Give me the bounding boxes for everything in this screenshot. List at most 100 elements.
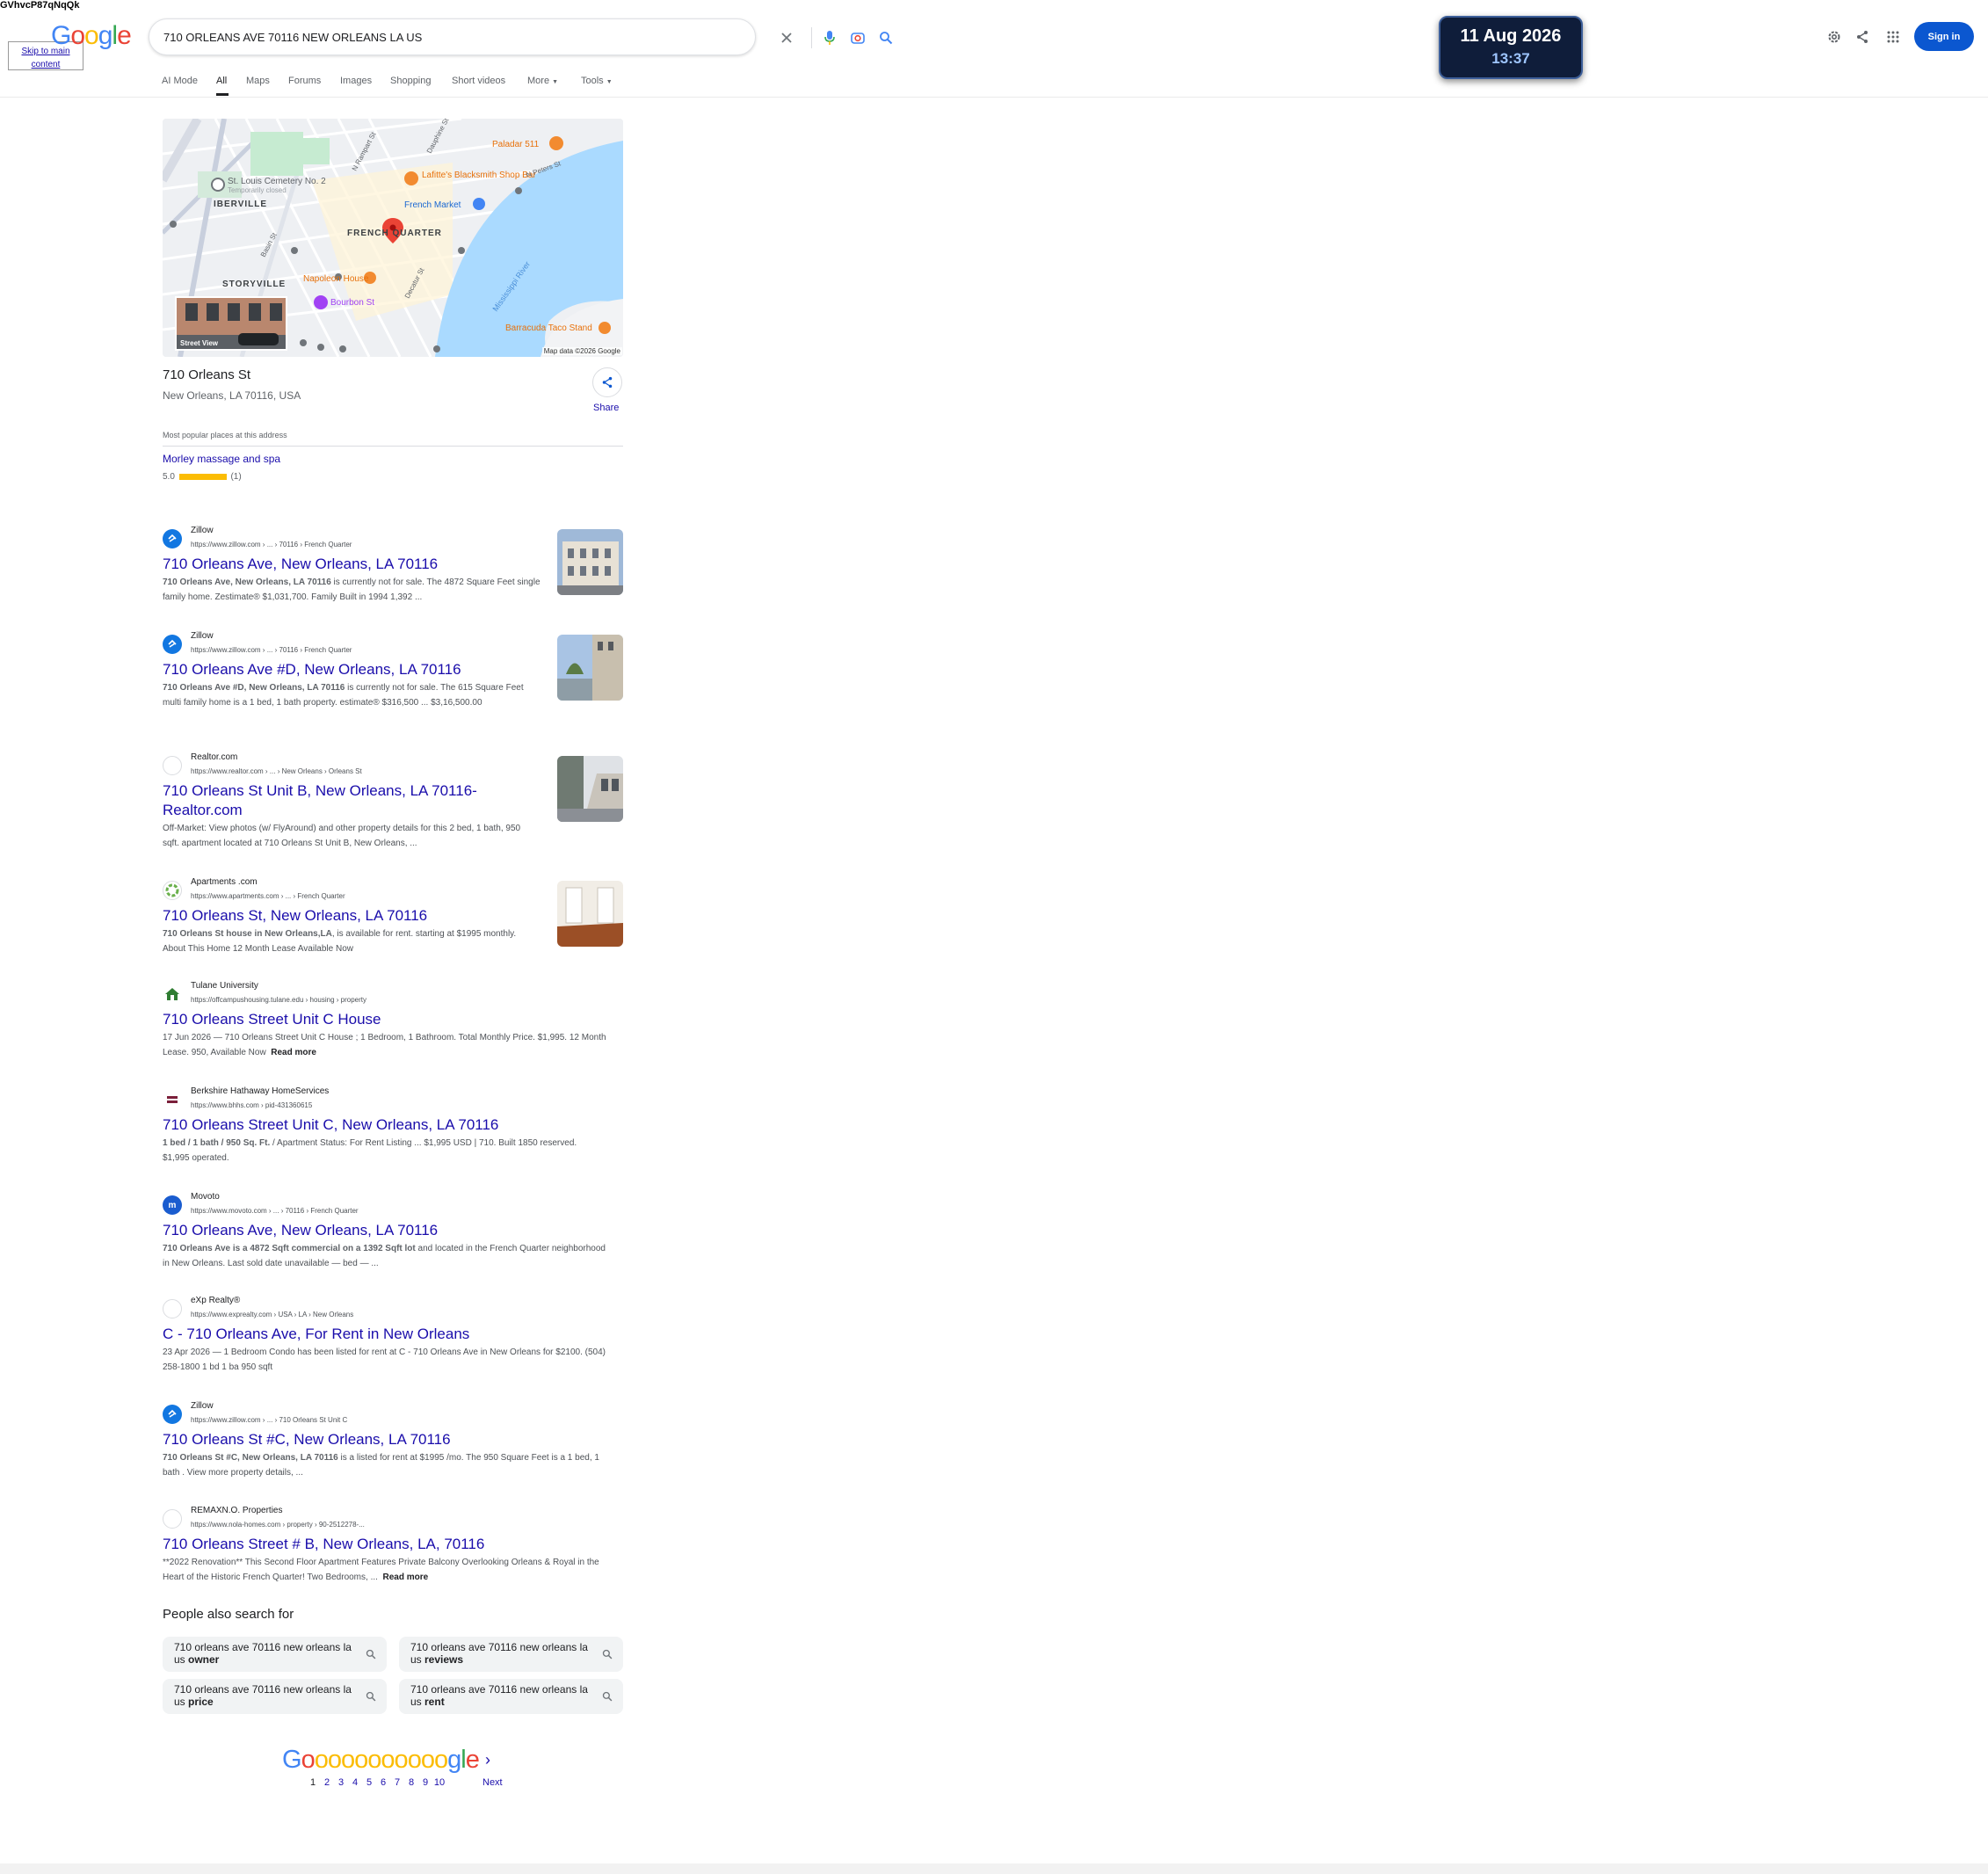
snippet-text: 23 Apr 2026 — 1 Bedroom Condo has been l… [163,1347,606,1372]
map-label-storyville: STORYVILLE [222,280,286,289]
map-label-barracuda: Barracuda Taco Stand [505,323,592,333]
result-title-link[interactable]: 710 Orleans St #C, New Orleans, LA 70116 [163,1430,549,1449]
result-site-name: Zillow [191,1401,214,1411]
sign-in-button[interactable]: Sign in [1914,22,1974,51]
pager-logo-letter: e [465,1746,480,1774]
footer-strip [0,1863,1988,1874]
snippet-text: Off-Market: View photos (w/ FlyAround) a… [163,824,521,848]
clear-icon[interactable] [776,27,797,48]
search-icon [600,1689,614,1703]
chevron-right-icon[interactable]: › [485,1751,490,1769]
result-title-link[interactable]: 710 Orleans St Unit B, New Orleans, LA 7… [163,781,514,820]
clock-date: 11 Aug 2026 [1460,26,1562,46]
related-search-chip[interactable]: 710 orleans ave 70116 new orleans la us … [163,1637,387,1672]
tab-shopping[interactable]: Shopping [390,76,432,86]
page-number-link[interactable]: 5 [362,1777,376,1788]
tab-more[interactable]: More ▼ [527,76,558,86]
page-number-link[interactable]: 8 [404,1777,418,1788]
next-page-link[interactable]: Next [482,1777,503,1788]
search-icon[interactable] [875,27,896,48]
rating-value: 5.0 [163,472,175,482]
result-snippet: 710 Orleans Ave, New Orleans, LA 70116 i… [163,575,541,605]
read-more-link[interactable]: Read more [382,1573,428,1582]
result-title-link[interactable]: 710 Orleans Street # B, New Orleans, LA,… [163,1535,584,1554]
pager-logo-letter: G [282,1746,302,1774]
microphone-icon[interactable] [819,27,840,48]
street-view-thumbnail[interactable]: Street View [175,296,287,351]
tab-images[interactable]: Images [340,76,372,86]
search-divider [811,27,812,48]
search-input[interactable] [163,26,620,47]
result-snippet: **2022 Renovation** This Second Floor Ap… [163,1555,615,1585]
pager-logo-letter: o [433,1746,448,1774]
result-snippet: 710 Orleans St house in New Orleans,LA, … [163,926,532,956]
search-icon [600,1647,614,1661]
related-bold: owner [188,1653,220,1666]
tab-tools[interactable]: Tools ▼ [581,76,613,86]
result-title-link[interactable]: 710 Orleans St, New Orleans, LA 70116 [163,906,549,926]
result-url: https://www.zillow.com › ... › 710 Orlea… [191,1416,348,1424]
search-box [149,18,893,55]
datetime-widget: 11 Aug 2026 13:37 [1439,16,1583,79]
realtor-favicon-icon [163,756,182,775]
share-button[interactable] [592,367,622,397]
apps-grid-icon[interactable] [1883,26,1904,47]
result-title-link[interactable]: 710 Orleans Street Unit C, New Orleans, … [163,1115,584,1135]
popular-place-link[interactable]: Morley massage and spa [163,453,280,465]
result-title-link[interactable]: 710 Orleans Ave, New Orleans, LA 70116 [163,555,549,574]
share-link[interactable]: Share [593,403,619,413]
page-number-link[interactable]: 3 [334,1777,348,1788]
related-bold: price [188,1696,214,1708]
related-search-chip[interactable]: 710 orleans ave 70116 new orleans la us … [399,1679,623,1714]
page-number-link[interactable]: 7 [390,1777,404,1788]
tab-ai-mode[interactable]: AI Mode [162,76,198,86]
result-title-link[interactable]: 710 Orleans Street Unit C House [163,1010,549,1029]
tulane-favicon-icon [163,984,182,1004]
page-number-link[interactable]: 10 [432,1777,446,1788]
tab-short-videos[interactable]: Short videos [452,76,505,86]
result-title-link[interactable]: 710 Orleans Ave, New Orleans, LA 70116 [163,1221,549,1240]
google-logo[interactable]: Google [51,21,132,51]
result-snippet: 710 Orleans Ave is a 4872 Sqft commercia… [163,1241,611,1271]
map-label-cemetery-status: Temporarily closed [228,186,287,194]
read-more-link[interactable]: Read more [271,1048,316,1057]
related-bold: reviews [424,1653,464,1666]
result-thumbnail[interactable] [557,881,623,947]
result-site-name: Zillow [191,526,214,535]
result-site-name: Tulane University [191,981,258,991]
caret-down-icon: ▼ [606,79,613,85]
result-title-link[interactable]: C - 710 Orleans Ave, For Rent in New Orl… [163,1325,584,1344]
related-search-chip[interactable]: 710 orleans ave 70116 new orleans la us … [399,1637,623,1672]
result-url: https://www.nola-homes.com › property › … [191,1521,365,1529]
related-search-chip[interactable]: 710 orleans ave 70116 new orleans la us … [163,1679,387,1714]
pager-numbers: 1 2 3 4 5 6 7 8 9 10 [306,1777,446,1788]
result-title-link[interactable]: 710 Orleans Ave #D, New Orleans, LA 7011… [163,660,549,679]
result-thumbnail[interactable] [557,529,623,595]
result-thumbnail[interactable] [557,756,623,822]
search-icon [364,1689,378,1703]
result-snippet: 17 Jun 2026 — 710 Orleans Street Unit C … [163,1030,624,1060]
exp-favicon-icon [163,1299,182,1318]
pager-logo-letter: o [354,1746,368,1774]
share-icon[interactable] [1852,26,1873,47]
tab-all[interactable]: All [216,76,227,86]
page-number-link[interactable]: 2 [320,1777,334,1788]
pager-logo-letter: o [381,1746,395,1774]
street-view-label: Street View [180,339,218,347]
gear-icon[interactable] [1824,26,1845,47]
result-thumbnail[interactable] [557,635,623,701]
page-number-link[interactable]: 4 [348,1777,362,1788]
map-label-bourbon-st: Bourbon St [330,298,374,308]
page-number-link[interactable]: 6 [376,1777,390,1788]
map-panel[interactable]: St. Louis Cemetery No. 2 Temporarily clo… [163,119,623,357]
pager-logo-letter: o [340,1746,355,1774]
tab-maps[interactable]: Maps [246,76,270,86]
result-snippet: Off-Market: View photos (w/ FlyAround) a… [163,821,527,851]
remax-favicon-icon [163,1509,182,1529]
result-site-name: eXp Realty® [191,1296,241,1305]
tab-forums[interactable]: Forums [288,76,321,86]
pager-logo-letter: o [367,1746,381,1774]
page-number-link[interactable]: 9 [418,1777,432,1788]
camera-lens-icon[interactable] [847,27,868,48]
result-snippet: 710 Orleans Ave #D, New Orleans, LA 7011… [163,680,527,710]
